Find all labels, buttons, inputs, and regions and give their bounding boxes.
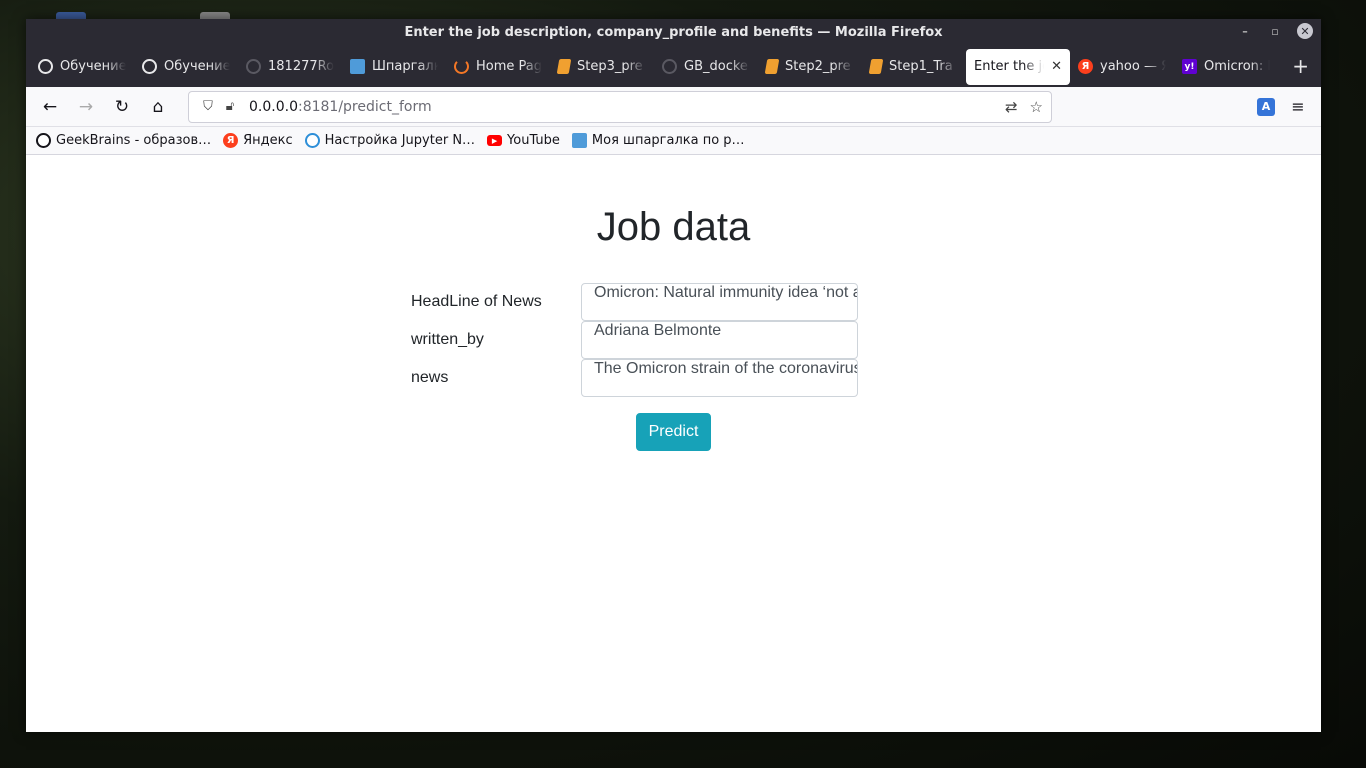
tab[interactable]: Яyahoo — Я (1070, 49, 1174, 85)
tab-label: Step2_pre (785, 59, 851, 74)
tab-label: Обучение (60, 59, 126, 74)
tab-label: Home Pag (476, 59, 542, 74)
tab[interactable]: Step1_Tra (862, 49, 966, 85)
restore-icon[interactable]: ▫ (1267, 23, 1283, 39)
minimize-icon[interactable]: – (1237, 23, 1253, 39)
translate-extension-icon[interactable]: A (1257, 97, 1275, 116)
written-by-input[interactable]: Adriana Belmonte (581, 321, 858, 359)
tab[interactable]: GB_docke (654, 49, 758, 85)
nav-toolbar: ← → ↻ ⌂ ⛉ 🔓︎ 0.0.0.0:8181/predict_form ⇄… (26, 87, 1321, 127)
window-title: Enter the job description, company_profi… (404, 25, 943, 40)
yahoo-icon: y! (1182, 59, 1197, 74)
tab-label: GB_docke (684, 59, 748, 74)
form-row: HeadLine of News Omicron: Natural immuni… (411, 283, 858, 321)
reload-icon[interactable]: ↻ (104, 91, 140, 123)
tab-bar: Обучение Обучение 181277Ro Шпаргалк Home… (26, 46, 1321, 87)
bookmark-label: Яндекс (243, 133, 293, 148)
yandex-icon: Я (1078, 59, 1093, 74)
predict-form: HeadLine of News Omicron: Natural immuni… (411, 283, 858, 397)
bookmark-label: GeekBrains - образов… (56, 133, 212, 148)
bookmark-item[interactable]: GeekBrains - образов… (36, 133, 211, 148)
openai-icon (38, 59, 53, 74)
url-bar[interactable]: ⛉ 🔓︎ 0.0.0.0:8181/predict_form ⇄ ☆ (188, 90, 1052, 123)
url-host: 0.0.0.0 (249, 98, 298, 115)
github-icon (246, 59, 261, 74)
cheatsheet-icon (350, 59, 365, 74)
tab[interactable]: Step3_pre (550, 49, 654, 85)
insecure-lock-icon[interactable]: 🔓︎ (219, 99, 241, 114)
bookmark-star-icon[interactable]: ☆ (1030, 98, 1043, 116)
tab-label: yahoo — Я (1100, 59, 1166, 74)
headline-input[interactable]: Omicron: Natural immunity idea ‘not a go… (581, 283, 858, 321)
bookmarks-bar: GeekBrains - образов… Я Яндекс Настройка … (26, 127, 1321, 155)
translate-page-icon[interactable]: ⇄ (1005, 98, 1018, 116)
news-label: news (411, 369, 449, 386)
openai-icon (142, 59, 157, 74)
home-icon[interactable]: ⌂ (140, 91, 176, 123)
tab[interactable]: 181277Ro (238, 49, 342, 85)
written-by-label: written_by (411, 331, 484, 348)
browser-window: Enter the job description, company_profi… (26, 19, 1321, 732)
headline-label: HeadLine of News (411, 293, 542, 310)
tab-label: Обучение (164, 59, 230, 74)
news-input[interactable]: The Omicron strain of the coronavirus (581, 359, 858, 397)
url-actions: ⇄ ☆ (1005, 98, 1043, 116)
tab-label: Enter the jo (974, 59, 1045, 74)
tab[interactable]: y! Omicron: N (1174, 49, 1278, 85)
tab-label: Шпаргалк (372, 59, 438, 74)
close-tab-icon[interactable]: ✕ (1051, 59, 1062, 74)
tab[interactable]: Обучение (134, 49, 238, 85)
url-text[interactable]: 0.0.0.0:8181/predict_form (249, 99, 1005, 115)
close-icon[interactable]: ✕ (1297, 23, 1313, 39)
tab[interactable]: Home Pag (446, 49, 550, 85)
tab[interactable]: Обучение (30, 49, 134, 85)
cheatsheet-icon (571, 133, 587, 148)
tab[interactable]: Шпаргалк (342, 49, 446, 85)
jupyter-icon (304, 133, 320, 148)
openai-icon (36, 133, 51, 148)
tab-label: 181277Ro (268, 59, 334, 74)
youtube-icon: ▶ (487, 135, 503, 146)
shield-icon[interactable]: ⛉ (197, 99, 219, 114)
tab-active[interactable]: Enter the jo ✕ (966, 48, 1070, 85)
bookmark-label: Настройка Jupyter N… (324, 133, 476, 148)
notebook-icon (556, 59, 572, 74)
form-row: news The Omicron strain of the coronavir… (411, 359, 858, 397)
predict-button[interactable]: Predict (636, 413, 711, 451)
bookmark-label: YouTube (507, 133, 560, 148)
bookmark-label: Моя шпаргалка по р… (591, 133, 745, 148)
tab[interactable]: Step2_pre (758, 49, 862, 85)
bookmark-item[interactable]: ▶ YouTube (487, 133, 560, 148)
form-row: written_by Adriana Belmonte (411, 321, 858, 359)
yandex-icon: Я (223, 133, 239, 148)
github-icon (662, 59, 677, 74)
notebook-icon (868, 59, 884, 74)
menu-icon[interactable]: ≡ (1289, 97, 1307, 116)
page-title: Job data (596, 205, 751, 249)
forward-icon[interactable]: → (68, 91, 104, 123)
title-bar: Enter the job description, company_profi… (26, 19, 1321, 46)
page-content: Job data HeadLine of News Omicron: Natur… (26, 155, 1321, 731)
bookmark-item[interactable]: Я Яндекс (223, 133, 293, 148)
tab-label: Step1_Tra (889, 59, 953, 74)
new-tab-icon[interactable]: + (1292, 54, 1309, 78)
bookmark-item[interactable]: Настройка Jupyter N… (304, 133, 476, 148)
window-controls: – ▫ ✕ (1237, 23, 1313, 39)
tab-label: Omicron: N (1204, 59, 1270, 74)
bookmark-item[interactable]: Моя шпаргалка по р… (571, 133, 745, 148)
jupyter-icon (454, 59, 469, 74)
toolbar-right: A ≡ (1257, 97, 1315, 116)
url-path: :8181/predict_form (297, 98, 432, 115)
tab-label: Step3_pre (577, 59, 643, 74)
back-icon[interactable]: ← (32, 91, 68, 123)
notebook-icon (764, 59, 780, 74)
